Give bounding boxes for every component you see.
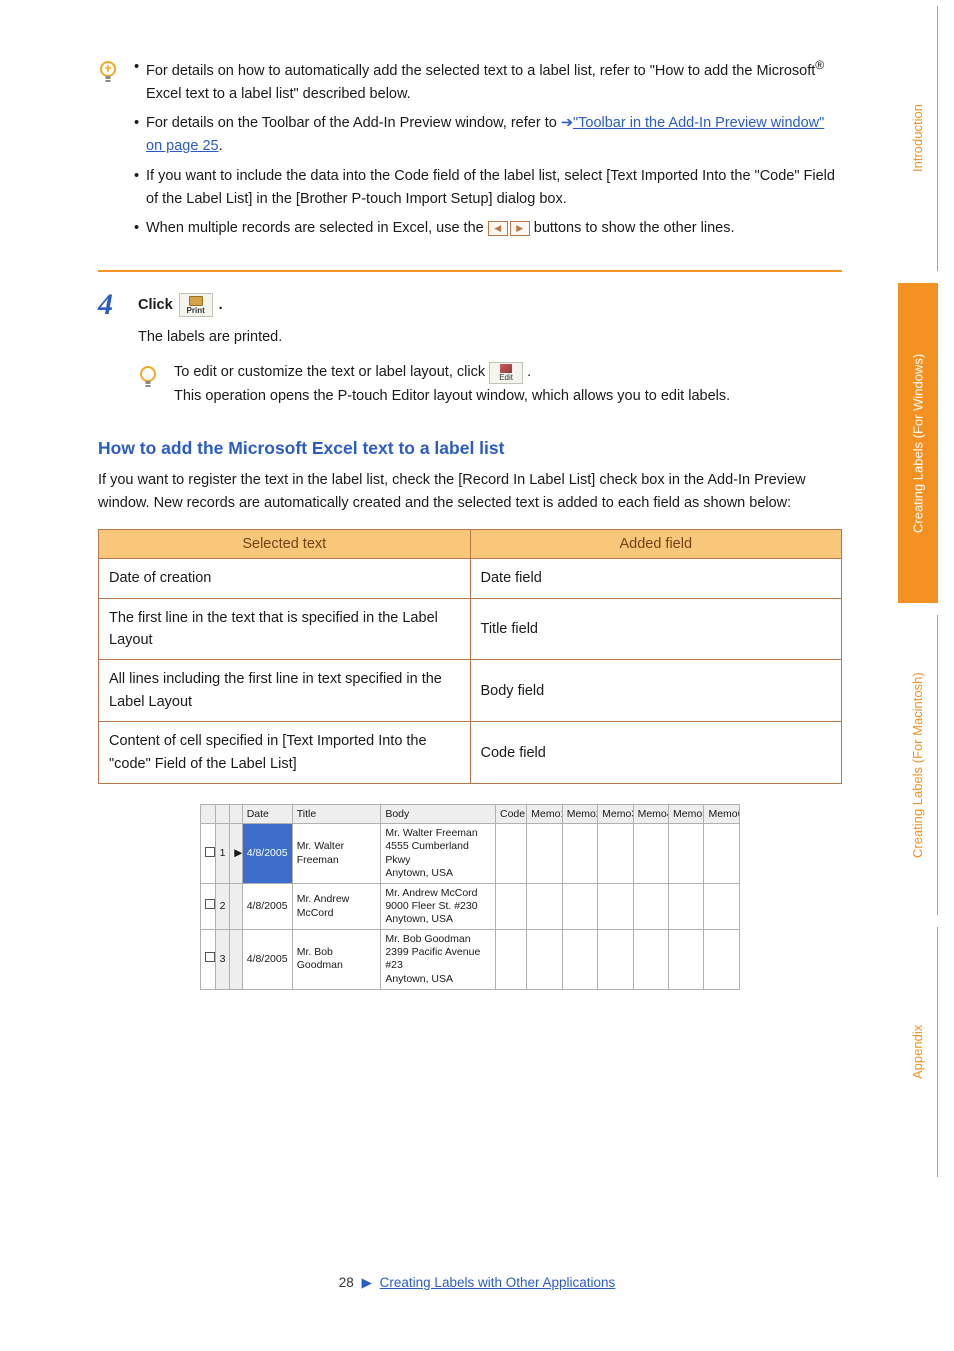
grid-col-title[interactable]: Title [292, 805, 381, 824]
grid-col-memo2[interactable]: Memo2 [562, 805, 597, 824]
row-number: 3 [215, 930, 230, 990]
prev-next-buttons: ◀ ▶ [488, 221, 530, 236]
divider [98, 270, 842, 272]
row-checkbox[interactable] [205, 899, 215, 909]
grid-col-memo4[interactable]: Memo4 [633, 805, 668, 824]
lightbulb-icon [98, 60, 118, 80]
field-mapping-table: Selected text Added field Date of creati… [98, 529, 842, 784]
arrow-right-icon: ➔ [561, 115, 573, 131]
grid-col-memo6[interactable]: Memo6 [704, 805, 740, 824]
tab-creating-labels-windows[interactable]: Creating Labels (For Windows) [898, 283, 938, 603]
col-added-field: Added field [470, 530, 842, 559]
grid-col-memo5[interactable]: Memo5 [669, 805, 704, 824]
tab-appendix[interactable]: Appendix [898, 927, 938, 1177]
table-row: All lines including the first line in te… [99, 660, 842, 722]
section-heading: How to add the Microsoft Excel text to a… [98, 438, 842, 459]
lightbulb-icon [138, 365, 158, 385]
page-footer: 28 ▶ Creating Labels with Other Applicat… [0, 1275, 954, 1291]
section-description: If you want to register the text in the … [98, 469, 842, 515]
grid-col-body[interactable]: Body [381, 805, 496, 824]
printer-icon [189, 296, 203, 306]
print-button[interactable]: Print [179, 293, 213, 317]
row-cursor-icon: ▶ [230, 824, 243, 884]
footer-section-link[interactable]: Creating Labels with Other Applications [380, 1275, 616, 1290]
row-cursor-icon [230, 930, 243, 990]
tip-block-2: To edit or customize the text or label l… [138, 361, 842, 407]
prev-record-button[interactable]: ◀ [488, 221, 508, 236]
table-row: Date of creationDate field [99, 559, 842, 598]
tab-creating-labels-mac[interactable]: Creating Labels (For Macintosh) [898, 615, 938, 915]
grid-col-code[interactable]: Code [496, 805, 527, 824]
row-checkbox[interactable] [205, 847, 215, 857]
table-row: The first line in the text that is speci… [99, 598, 842, 660]
step-4-result: The labels are printed. [138, 326, 842, 349]
edit-icon [500, 364, 512, 373]
next-record-button[interactable]: ▶ [510, 221, 530, 236]
edit-button[interactable]: Edit [489, 362, 523, 384]
label-list-grid: Date Title Body Code Memo1 Memo2 Memo3 M… [200, 804, 740, 989]
tip2-text: For details on the Toolbar of the Add-In… [146, 112, 842, 158]
tip2-line2: This operation opens the P-touch Editor … [174, 385, 842, 408]
step-click-label: Click [138, 297, 173, 313]
row-checkbox[interactable] [205, 952, 215, 962]
tab-introduction[interactable]: Introduction [898, 6, 938, 271]
col-selected-text: Selected text [99, 530, 471, 559]
row-cursor-icon [230, 883, 243, 929]
list-item[interactable]: 24/8/2005Mr. Andrew McCordMr. Andrew McC… [201, 883, 740, 929]
step-4: 4 Click Print . [98, 288, 842, 322]
triangle-icon: ▶ [358, 1275, 376, 1290]
list-item[interactable]: 34/8/2005Mr. Bob GoodmanMr. Bob Goodman2… [201, 930, 740, 990]
table-row: Content of cell specified in [Text Impor… [99, 722, 842, 784]
grid-col-memo1[interactable]: Memo1 [527, 805, 562, 824]
row-number: 2 [215, 883, 230, 929]
grid-col-date[interactable]: Date [242, 805, 292, 824]
tip1-text: For details on how to automatically add … [146, 56, 842, 106]
row-number: 1 [215, 824, 230, 884]
tip4-text: When multiple records are selected in Ex… [146, 217, 734, 240]
list-item[interactable]: 1▶4/8/2005Mr. Walter FreemanMr. Walter F… [201, 824, 740, 884]
tip-block-1: •For details on how to automatically add… [98, 56, 842, 246]
side-nav: Introduction Creating Labels (For Window… [898, 0, 954, 1351]
grid-col-memo3[interactable]: Memo3 [598, 805, 633, 824]
page-number: 28 [339, 1275, 354, 1290]
tip3-text: If you want to include the data into the… [146, 165, 842, 211]
step-number: 4 [98, 288, 128, 322]
